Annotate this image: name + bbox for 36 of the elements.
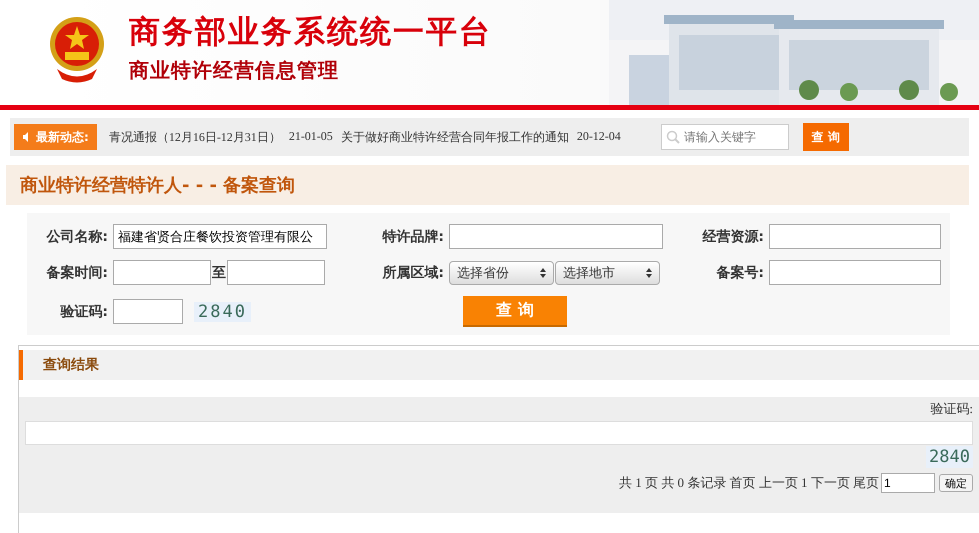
page-title: 商业特许经营特许人- - - 备案查询	[6, 165, 969, 205]
date-separator: 至	[212, 264, 226, 282]
date-field[interactable]	[113, 260, 211, 285]
field-label: 经营资源:	[701, 228, 765, 246]
captcha-text: 2840	[194, 302, 251, 322]
search-field[interactable]: 请输入关键字	[660, 124, 789, 150]
field-label: 所属区域:	[381, 264, 445, 282]
date-field[interactable]	[227, 260, 325, 285]
news-label: 最新动态:	[14, 124, 97, 150]
page-field[interactable]: 1	[881, 473, 935, 493]
field-label: 验证码:	[59, 302, 109, 320]
pager-text: 共 1 页 共 0 条记录 首页 上一页 1 下一页 尾页	[619, 474, 879, 492]
field-label: 特许品牌:	[381, 228, 445, 246]
search-icon	[666, 130, 680, 144]
up-down-arrows-icon	[646, 268, 652, 278]
site-subtitle: 商业特许经营信息管理	[129, 57, 340, 84]
news-link[interactable]: 青况通报（12月16日-12月31日）	[108, 128, 281, 146]
up-down-arrows-icon	[540, 268, 546, 278]
city-select[interactable]: 选择地市	[555, 260, 660, 284]
province-select[interactable]: 选择省份	[449, 260, 554, 284]
field-label: 备案时间:	[45, 264, 109, 282]
brand-field[interactable]	[449, 224, 663, 249]
record-field[interactable]	[769, 260, 941, 285]
confirm-button[interactable]: 确定	[939, 474, 973, 492]
field-label: 公司名称:	[45, 228, 109, 246]
field-label: 备案号:	[715, 264, 765, 282]
captcha-field[interactable]	[113, 299, 183, 324]
captcha-text: 2840	[926, 446, 973, 468]
news-date: 20-12-04	[576, 128, 621, 144]
site-title: 商务部业务系统统一平台	[129, 13, 492, 52]
captcha-label: 验证码:	[929, 400, 973, 418]
news-date: 21-01-05	[288, 128, 333, 144]
results-title: 查询结果	[19, 350, 979, 380]
resource-field[interactable]	[769, 224, 941, 249]
news-link[interactable]: 关于做好商业特许经营合同年报工作的通知	[340, 128, 569, 146]
company-field[interactable]: 福建省贤合庄餐饮投资管理有限公	[113, 224, 327, 249]
